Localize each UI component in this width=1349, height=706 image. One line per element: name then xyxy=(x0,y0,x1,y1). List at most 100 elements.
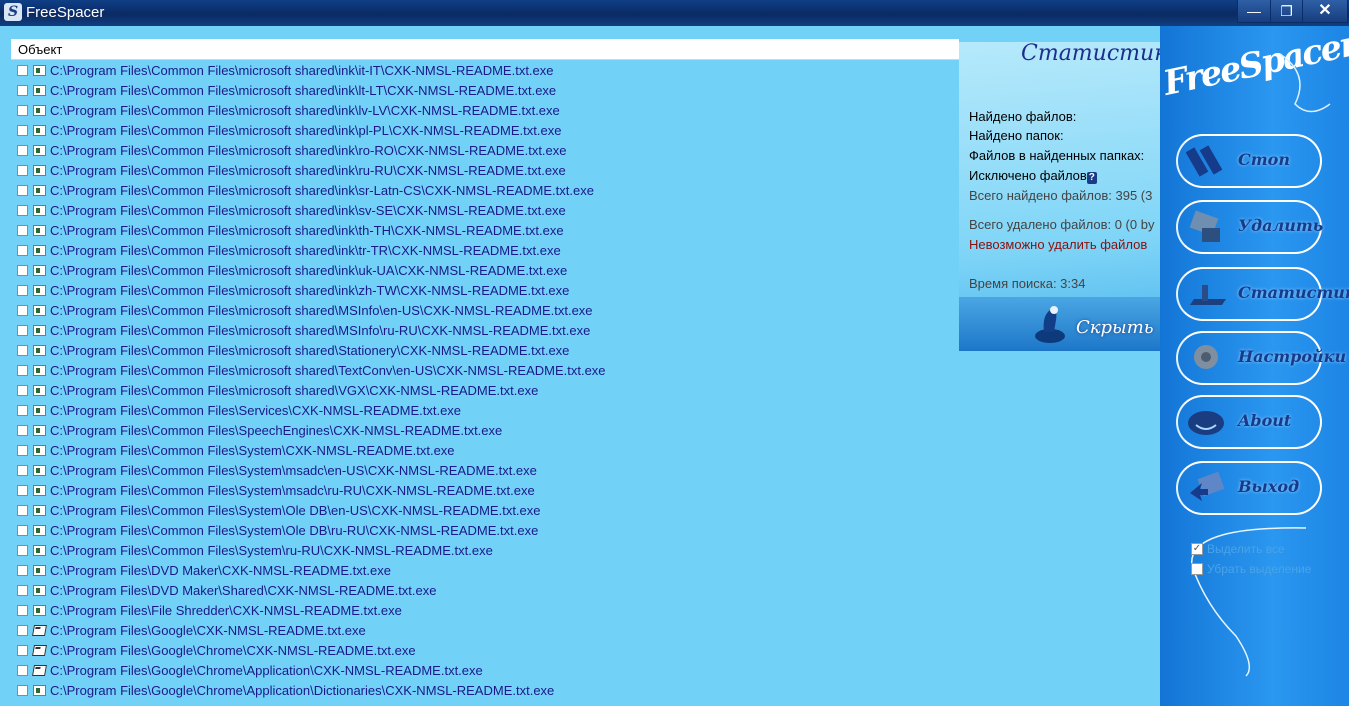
total-deleted-label: Всего удалено файлов: 0 (0 by xyxy=(969,217,1155,232)
list-item[interactable]: C:\Program Files\Common Files\microsoft … xyxy=(11,81,959,101)
row-checkbox[interactable] xyxy=(17,585,28,596)
row-checkbox[interactable] xyxy=(17,485,28,496)
select-all-checkbox[interactable]: ✓ xyxy=(1191,543,1203,555)
folders-found-label: Найдено папок: xyxy=(969,128,1064,143)
file-icon xyxy=(33,285,46,296)
row-checkbox[interactable] xyxy=(17,505,28,516)
list-item[interactable]: C:\Program Files\Common Files\microsoft … xyxy=(11,241,959,261)
file-path: C:\Program Files\Common Files\System\Ole… xyxy=(50,523,539,538)
about-button[interactable]: About xyxy=(1176,395,1322,449)
row-checkbox[interactable] xyxy=(17,665,28,676)
row-checkbox[interactable] xyxy=(17,525,28,536)
row-checkbox[interactable] xyxy=(17,145,28,156)
files-found-label: Найдено файлов: xyxy=(969,109,1077,124)
list-item[interactable]: C:\Program Files\Common Files\microsoft … xyxy=(11,181,959,201)
settings-button[interactable]: Настройки xyxy=(1176,331,1346,385)
files-in-folders-label: Файлов в найденных папках: xyxy=(969,148,1145,163)
list-item[interactable]: C:\Program Files\Common Files\System\ru-… xyxy=(11,541,959,561)
file-icon xyxy=(33,125,46,136)
row-checkbox[interactable] xyxy=(17,425,28,436)
list-item[interactable]: C:\Program Files\Google\CXK-NMSL-README.… xyxy=(11,621,959,641)
list-item[interactable]: C:\Program Files\Common Files\microsoft … xyxy=(11,281,959,301)
row-checkbox[interactable] xyxy=(17,365,28,376)
list-item[interactable]: C:\Program Files\Common Files\microsoft … xyxy=(11,101,959,121)
row-checkbox[interactable] xyxy=(17,565,28,576)
file-icon xyxy=(33,585,46,596)
list-item[interactable]: C:\Program Files\Common Files\SpeechEngi… xyxy=(11,421,959,441)
file-path: C:\Program Files\Common Files\microsoft … xyxy=(50,183,594,198)
file-list[interactable]: Объект C:\Program Files\Common Files\mic… xyxy=(11,39,959,706)
list-item[interactable]: C:\Program Files\Google\Chrome\CXK-NMSL-… xyxy=(11,641,959,661)
row-checkbox[interactable] xyxy=(17,85,28,96)
row-checkbox[interactable] xyxy=(17,605,28,616)
statistics-button[interactable]: Статистика xyxy=(1176,267,1349,321)
list-item[interactable]: C:\Program Files\Common Files\System\Ole… xyxy=(11,521,959,541)
row-checkbox[interactable] xyxy=(17,125,28,136)
row-checkbox[interactable] xyxy=(17,625,28,636)
row-checkbox[interactable] xyxy=(17,465,28,476)
list-item[interactable]: C:\Program Files\Common Files\microsoft … xyxy=(11,261,959,281)
row-checkbox[interactable] xyxy=(17,245,28,256)
select-all-option[interactable]: ✓ Выделить все xyxy=(1191,542,1346,556)
list-item[interactable]: C:\Program Files\Common Files\System\msa… xyxy=(11,481,959,501)
row-checkbox[interactable] xyxy=(17,65,28,76)
list-item[interactable]: C:\Program Files\Common Files\System\CXK… xyxy=(11,441,959,461)
row-checkbox[interactable] xyxy=(17,325,28,336)
row-checkbox[interactable] xyxy=(17,305,28,316)
maximize-button[interactable]: ❐ xyxy=(1270,0,1303,23)
list-item[interactable]: C:\Program Files\Common Files\microsoft … xyxy=(11,341,959,361)
minimize-button[interactable]: — xyxy=(1237,0,1271,23)
list-item[interactable]: C:\Program Files\Common Files\microsoft … xyxy=(11,121,959,141)
file-path: C:\Program Files\Common Files\microsoft … xyxy=(50,303,593,318)
freespacer-icon[interactable]: S xyxy=(4,3,22,21)
statistics-title: Статистика xyxy=(1021,42,1160,66)
list-item[interactable]: C:\Program Files\Common Files\microsoft … xyxy=(11,361,959,381)
row-checkbox[interactable] xyxy=(17,285,28,296)
row-checkbox[interactable] xyxy=(17,385,28,396)
list-item[interactable]: C:\Program Files\Common Files\microsoft … xyxy=(11,141,959,161)
file-path: C:\Program Files\Common Files\microsoft … xyxy=(50,383,539,398)
statistics-icon xyxy=(1190,285,1226,305)
file-path: C:\Program Files\DVD Maker\Shared\CXK-NM… xyxy=(50,583,437,598)
deselect-checkbox[interactable] xyxy=(1191,563,1203,575)
help-icon[interactable]: ? xyxy=(1086,172,1097,184)
deselect-option[interactable]: Убрать выделение xyxy=(1191,562,1346,576)
exit-button[interactable]: Выход xyxy=(1176,461,1322,515)
list-item[interactable]: C:\Program Files\Common Files\Services\C… xyxy=(11,401,959,421)
row-checkbox[interactable] xyxy=(17,185,28,196)
file-path: C:\Program Files\Common Files\SpeechEngi… xyxy=(50,423,503,438)
list-item[interactable]: C:\Program Files\DVD Maker\Shared\CXK-NM… xyxy=(11,581,959,601)
list-item[interactable]: C:\Program Files\Common Files\System\Ole… xyxy=(11,501,959,521)
row-checkbox[interactable] xyxy=(17,265,28,276)
row-checkbox[interactable] xyxy=(17,645,28,656)
list-item[interactable]: C:\Program Files\Common Files\System\msa… xyxy=(11,461,959,481)
list-item[interactable]: C:\Program Files\DVD Maker\CXK-NMSL-READ… xyxy=(11,561,959,581)
hide-button[interactable]: Скрыть xyxy=(1076,317,1154,338)
row-checkbox[interactable] xyxy=(17,105,28,116)
list-item[interactable]: C:\Program Files\Common Files\microsoft … xyxy=(11,221,959,241)
row-checkbox[interactable] xyxy=(17,345,28,356)
row-checkbox[interactable] xyxy=(17,405,28,416)
list-item[interactable]: C:\Program Files\Common Files\microsoft … xyxy=(11,61,959,81)
row-checkbox[interactable] xyxy=(17,165,28,176)
list-item[interactable]: C:\Program Files\Common Files\microsoft … xyxy=(11,301,959,321)
row-checkbox[interactable] xyxy=(17,445,28,456)
list-item[interactable]: C:\Program Files\File Shredder\CXK-NMSL-… xyxy=(11,601,959,621)
row-checkbox[interactable] xyxy=(17,545,28,556)
row-checkbox[interactable] xyxy=(17,205,28,216)
file-path: C:\Program Files\DVD Maker\CXK-NMSL-READ… xyxy=(50,563,391,578)
list-item[interactable]: C:\Program Files\Common Files\microsoft … xyxy=(11,201,959,221)
cannot-delete-label: Невозможно удалить файлов xyxy=(969,237,1148,252)
list-item[interactable]: C:\Program Files\Google\Chrome\Applicati… xyxy=(11,661,959,681)
file-icon xyxy=(33,465,46,476)
row-checkbox[interactable] xyxy=(17,225,28,236)
list-item[interactable]: C:\Program Files\Common Files\microsoft … xyxy=(11,381,959,401)
stop-button[interactable]: Стоп xyxy=(1176,134,1322,188)
list-item[interactable]: C:\Program Files\Common Files\microsoft … xyxy=(11,161,959,181)
close-button[interactable]: ✕ xyxy=(1302,0,1348,23)
column-header-object[interactable]: Объект xyxy=(11,39,959,60)
row-checkbox[interactable] xyxy=(17,685,28,696)
delete-button[interactable]: Удалить xyxy=(1176,200,1323,254)
list-item[interactable]: C:\Program Files\Google\Chrome\Applicati… xyxy=(11,681,959,701)
list-item[interactable]: C:\Program Files\Common Files\microsoft … xyxy=(11,321,959,341)
